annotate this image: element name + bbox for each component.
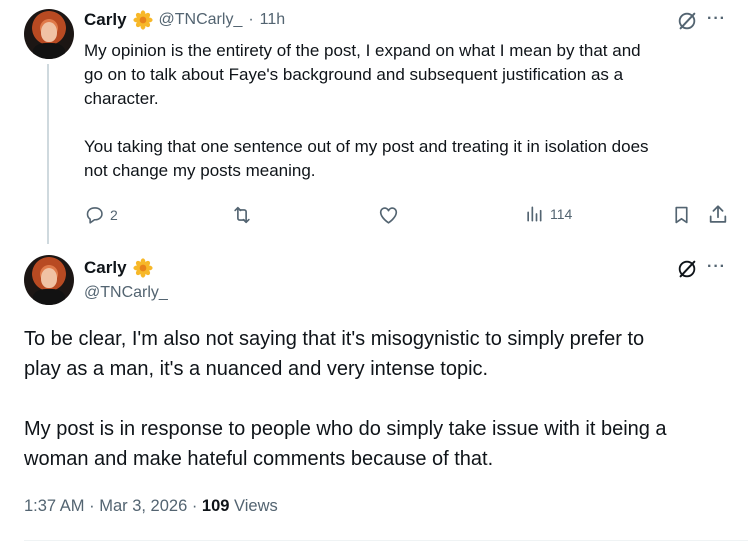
views-button[interactable]: 114 [524, 204, 572, 224]
flower-badge-icon [132, 258, 153, 278]
reply-icon [86, 207, 103, 224]
views-icon [527, 206, 542, 222]
more-icon[interactable]: ··· [707, 10, 726, 28]
flower-badge-icon [132, 10, 153, 30]
views-label: Views [229, 497, 278, 515]
reply-button[interactable]: 2 [84, 204, 118, 225]
views-number: 109 [201, 497, 230, 515]
time-separator: · [248, 11, 254, 28]
post-timestamp[interactable]: 1:37 AM · Mar 3, 2026 · [24, 497, 202, 515]
post-meta: 1:37 AM · Mar 3, 2026 · 109 Views [24, 497, 278, 516]
reply-header: Carly @TNCarly_ · 11h [84, 10, 285, 30]
thread-line [47, 64, 49, 244]
avatar[interactable] [24, 255, 74, 305]
grok-icon[interactable] [676, 258, 698, 280]
reply-text: My opinion is the entirety of the post, … [84, 41, 649, 180]
post-time[interactable]: 11h [260, 11, 286, 29]
divider [24, 540, 748, 541]
main-author-row: Carly [84, 258, 153, 278]
reply-count: 2 [110, 206, 118, 223]
share-icon[interactable] [707, 203, 729, 226]
author-name[interactable]: Carly [84, 10, 127, 30]
retweet-icon[interactable] [230, 204, 254, 226]
bookmark-icon[interactable] [671, 204, 692, 226]
author-handle[interactable]: @TNCarly_ [159, 11, 243, 29]
author-handle[interactable]: @TNCarly_ [84, 284, 168, 302]
grok-icon[interactable] [676, 10, 698, 32]
more-icon[interactable]: ··· [707, 258, 726, 276]
like-icon[interactable] [377, 204, 400, 226]
main-text: To be clear, I'm also not saying that it… [24, 328, 667, 470]
views-count: 114 [550, 206, 573, 222]
avatar[interactable] [24, 9, 74, 59]
author-name[interactable]: Carly [84, 258, 127, 278]
